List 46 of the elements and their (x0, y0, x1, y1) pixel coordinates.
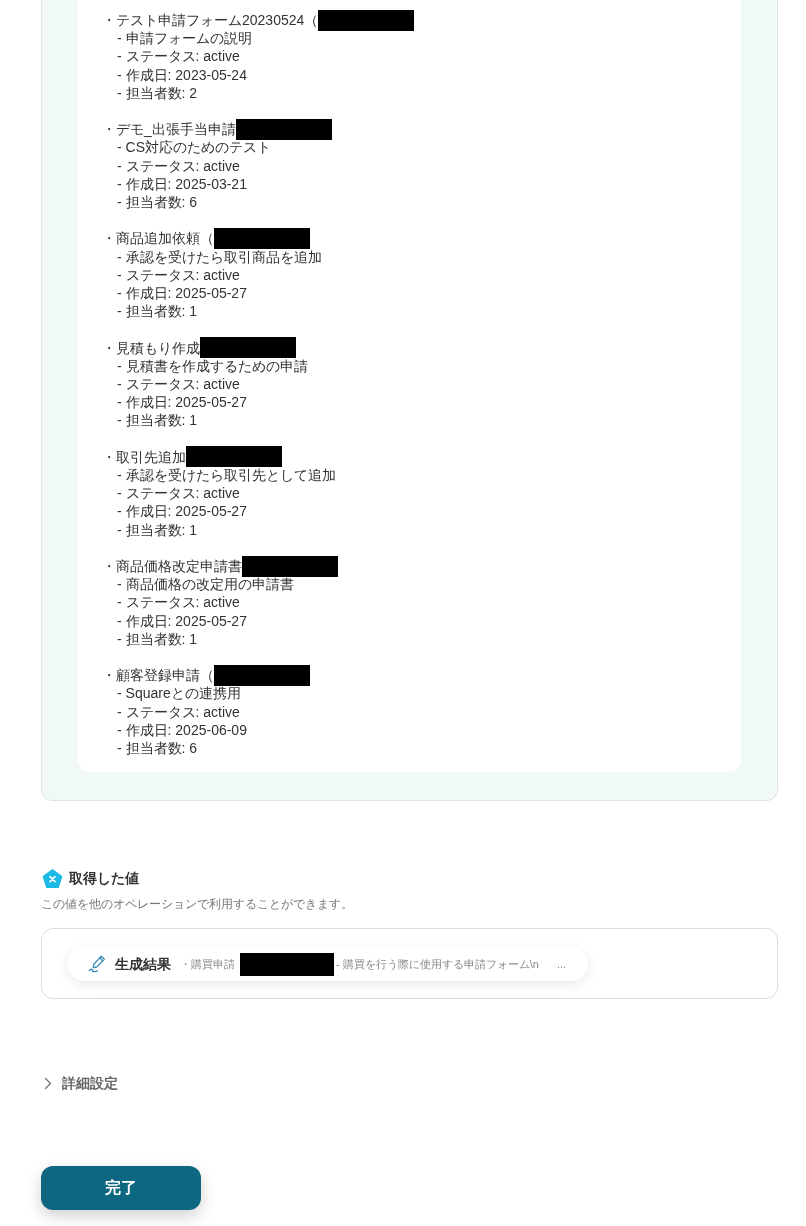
value-preview: - 購買を行う際に使用する申請フォーム\n (336, 956, 539, 972)
pentagon-cross-icon (42, 867, 63, 889)
form-detail: - ステータス: active (117, 47, 240, 66)
form-title: ・見積もり作成 (102, 338, 200, 357)
pen-icon (88, 955, 106, 974)
form-detail: - ステータス: active (117, 593, 240, 612)
form-detail: - 作成日: 2025-06-09 (117, 720, 247, 739)
form-title: ・デモ_出張手当申請 (102, 120, 236, 139)
complete-button[interactable]: 完了 (41, 1166, 201, 1211)
section-description: この値を他のオペレーションで利用することができます。 (41, 896, 353, 914)
form-detail: - ステータス: active (117, 156, 240, 175)
form-detail: - 担当者数: 1 (117, 520, 198, 539)
form-detail: - 担当者数: 1 (117, 411, 198, 430)
value-chip[interactable]: 生成結果 ・購買申請 - 購買を行う際に使用する申請フォーム\n ... (67, 947, 589, 982)
form-detail: - 申請フォームの説明 (117, 29, 252, 48)
form-detail: - 作成日: 2023-05-24 (117, 65, 247, 84)
form-title: ・顧客登録申請（ (102, 666, 214, 685)
form-title: ・商品価格改定申請書 (102, 556, 242, 576)
form-detail: - 作成日: 2025-05-27 (117, 502, 247, 521)
form-detail: - 作成日: 2025-05-27 (117, 283, 247, 303)
form-detail: - 承認を受けたら取引商品を追加 (117, 247, 322, 266)
form-detail: - 作成日: 2025-05-27 (117, 393, 247, 412)
form-detail: - 承認を受けたら取引先として追加 (117, 465, 336, 485)
form-title: ・取引先追加 (102, 447, 186, 466)
form-detail: - 作成日: 2025-03-21 (117, 174, 247, 193)
form-detail: - 担当者数: 6 (117, 193, 198, 212)
form-detail: - 担当者数: 1 (117, 629, 198, 648)
form-detail: - ステータス: active (117, 484, 240, 503)
form-detail: - ステータス: active (117, 265, 240, 284)
form-detail: - 担当者数: 6 (117, 738, 198, 758)
advanced-settings-toggle[interactable]: 詳細設定 (41, 1073, 118, 1094)
form-detail: - Squareとの連携用 (117, 684, 241, 703)
form-detail: - 見積書を作成するための申請 (117, 356, 308, 375)
form-detail: - 作成日: 2025-05-27 (117, 611, 247, 630)
form-detail: - 担当者数: 1 (117, 302, 198, 321)
form-detail: - ステータス: active (117, 374, 240, 394)
form-detail: - 商品価格の改定用の申請書 (117, 575, 294, 594)
form-title: ・商品追加依頼（ (102, 229, 214, 248)
form-detail: - CS対応のためのテスト (117, 138, 271, 157)
form-detail: - 担当者数: 2 (117, 83, 198, 102)
form-detail: - ステータス: active (117, 702, 240, 721)
value-preview: ・購買申請 (180, 956, 235, 972)
form-title: ・テスト申請フォーム20230524（ (102, 11, 319, 30)
section-title: 取得した値 (69, 868, 139, 888)
ellipsis: ... (556, 956, 567, 972)
value-label: 生成結果 (115, 954, 171, 974)
